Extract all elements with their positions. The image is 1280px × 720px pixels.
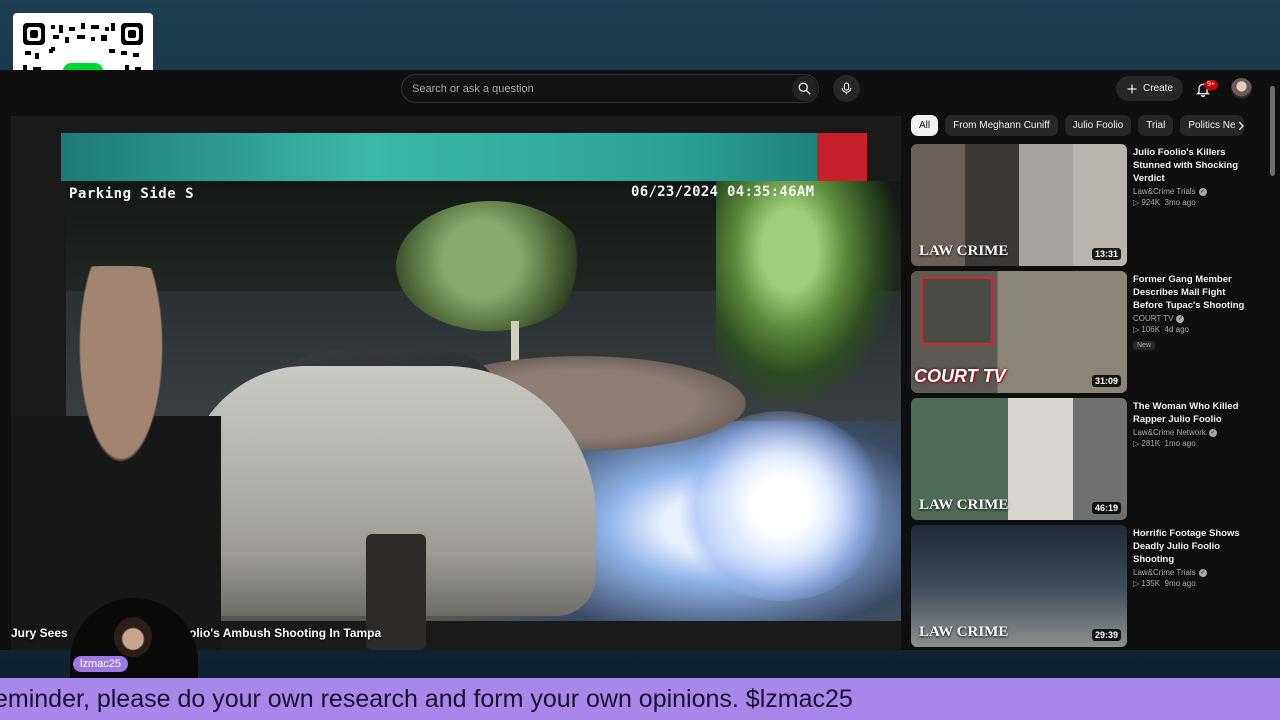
thumbnail-brand: LAW CRIME (919, 497, 1009, 513)
search-input[interactable] (412, 82, 772, 95)
video-title[interactable]: Former Gang Member Describes Mall Fight … (1133, 273, 1257, 312)
ticker-text: eminder, please do your own research and… (0, 685, 853, 713)
channel-name[interactable]: Law&Crime Network (1133, 428, 1206, 437)
cctv-timestamp: 06/23/2024 04:35:46AM (631, 184, 815, 200)
plus-icon (1127, 84, 1137, 93)
palm-plants (716, 181, 901, 411)
thumbnail-brand: COURT TV (914, 366, 1006, 386)
scrollbar-thumb[interactable] (1270, 86, 1275, 176)
cctv-camera-label: Parking Side S (69, 186, 195, 202)
channel-name[interactable]: COURT TV (1133, 314, 1173, 323)
upload-age: 3mo ago (1164, 198, 1196, 207)
video-thumbnail[interactable]: LAW CRIME 13:31 (911, 144, 1127, 266)
chips-next-button[interactable] (1231, 116, 1251, 136)
video-title-right: olio's Ambush Shooting In Tampa (189, 626, 382, 640)
verified-icon: ✓ (1176, 314, 1185, 323)
video-thumbnail[interactable]: COURT TV 31:09 (911, 271, 1127, 393)
notifications-badge: 9+ (1204, 80, 1218, 90)
chip-from-meghann-cuniff[interactable]: From Meghann Cuniff (945, 115, 1058, 136)
create-button[interactable]: Create (1116, 76, 1183, 101)
recommendation-item[interactable]: LAW CRIME 13:31 Julio Foolio's Killers S… (911, 144, 1251, 266)
search-button[interactable] (792, 76, 817, 101)
streamer-avatar (114, 617, 152, 657)
streamer-name-tag: lzmac25 (73, 656, 128, 672)
voice-search-button[interactable] (833, 75, 860, 102)
verified-icon: ✓ (1198, 187, 1207, 196)
thumbnail-brand: LAW CRIME (919, 243, 1009, 259)
chip-julio-foolio[interactable]: Julio Foolio (1064, 115, 1132, 136)
mic-icon (841, 82, 852, 95)
search-icon (798, 82, 811, 95)
filter-chips: All From Meghann Cuniff Julio Foolio Tri… (911, 115, 1244, 137)
video-duration: 46:19 (1091, 502, 1121, 514)
view-count: 106K (1141, 325, 1161, 334)
stream-ticker: eminder, please do your own research and… (0, 678, 1280, 720)
video-title[interactable]: Horrific Footage Shows Deadly Julio Fool… (1133, 527, 1257, 566)
view-count: 135K (1141, 579, 1161, 588)
new-badge: New (1133, 341, 1156, 350)
search-box[interactable] (401, 74, 819, 103)
recommendation-item[interactable]: LAW CRIME 29:39 Horrific Footage Shows D… (911, 525, 1251, 647)
view-count: 924K (1141, 198, 1161, 207)
studio-backdrop-red (817, 133, 867, 181)
video-player[interactable]: Parking Side S 06/23/2024 04:35:46AM (11, 116, 901, 650)
channel-name[interactable]: Law&Crime Trials (1133, 187, 1196, 196)
chip-trial[interactable]: Trial (1138, 115, 1174, 136)
courtroom-attorney (11, 266, 221, 650)
video-duration: 13:31 (1091, 248, 1121, 260)
thumbnail-brand: LAW CRIME (919, 624, 1009, 640)
view-count: 281K (1141, 439, 1161, 448)
create-label: Create (1142, 83, 1173, 94)
account-avatar[interactable] (1231, 78, 1252, 99)
channel-name[interactable]: Law&Crime Trials (1133, 568, 1196, 577)
chip-all[interactable]: All (911, 115, 939, 136)
video-thumbnail[interactable]: LAW CRIME 29:39 (911, 525, 1127, 647)
tree (396, 201, 586, 331)
video-title[interactable]: Julio Foolio's Killers Stunned with Shoc… (1133, 146, 1257, 185)
video-title-left: Jury Sees (11, 626, 68, 640)
video-thumbnail[interactable]: LAW CRIME 46:19 (911, 398, 1127, 520)
chevron-right-icon (1238, 121, 1244, 131)
video-title[interactable]: The Woman Who Killed Rapper Julio Foolio (1133, 400, 1257, 426)
video-duration: 29:39 (1091, 629, 1121, 641)
upload-age: 9mo ago (1164, 579, 1196, 588)
thumbnail-inset (921, 277, 993, 345)
upload-age: 4d ago (1164, 325, 1189, 334)
verified-icon: ✓ (1198, 568, 1207, 577)
recommendation-item[interactable]: LAW CRIME 46:19 The Woman Who Killed Rap… (911, 398, 1251, 520)
studio-backdrop (61, 133, 831, 181)
video-duration: 31:09 (1091, 375, 1121, 387)
upload-age: 1mo ago (1164, 439, 1196, 448)
verified-icon: ✓ (1208, 428, 1217, 437)
recommendation-item[interactable]: COURT TV 31:09 Former Gang Member Descri… (911, 271, 1251, 393)
muzzle-flash (676, 411, 886, 601)
